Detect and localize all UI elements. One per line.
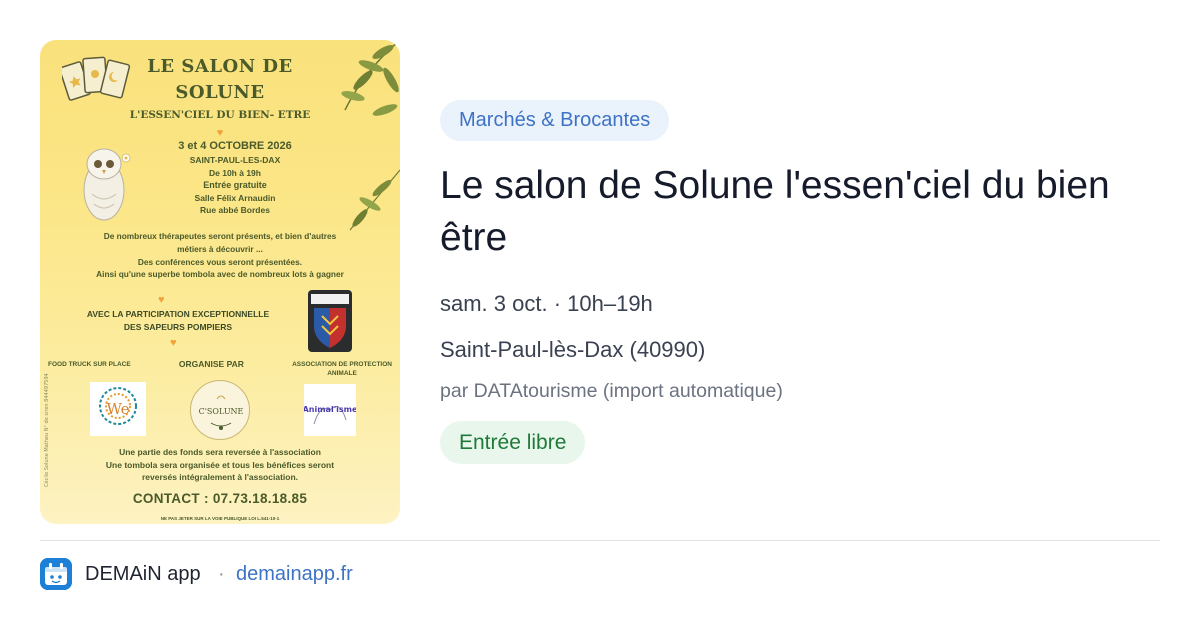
app-domain-link[interactable]: demainapp.fr	[236, 563, 353, 586]
poster-side-text: Cécile Solune Matheu N° de siren 8444975…	[44, 373, 50, 487]
logo-animalisme-text: Animal'isme	[304, 405, 356, 414]
app-name: DEMAiN app	[85, 563, 201, 585]
poster-desc-line: Des conférences vous seront présentées.	[137, 256, 303, 267]
poster-description: De nombreux thérapeutes seront présents,…	[48, 230, 392, 281]
poster-city: SAINT-PAUL-LES-DAX	[189, 155, 281, 165]
poster-title-line2: SOLUNE	[175, 82, 265, 103]
poster-street: Rue abbé Bordes	[200, 205, 270, 215]
poster-organise-par: ORGANISE PAR	[178, 359, 244, 369]
poster-foot-line: reversés intégralement à l'association.	[141, 472, 299, 482]
poster-asso-line: ASSOCIATION DE PROTECTION	[292, 361, 392, 368]
poster-venue: Salle Félix Arnaudin	[194, 192, 276, 203]
poster-asso-line: ANIMALE	[327, 370, 357, 377]
event-title: Le salon de Solune l'essen'ciel du bien …	[440, 164, 1110, 259]
poster-partners-row: FOOD TRUCK SUR PLACE ORGANISE PAR ASSOCI…	[48, 360, 392, 378]
logo-we-text: We	[106, 400, 129, 418]
poster-title-line1: LE SALON DE	[147, 56, 293, 77]
poster-hours: De 10h à 19h	[209, 167, 261, 178]
partner-logo-animalisme: Animal'isme	[303, 384, 358, 436]
poster-legal: NE PAS JETER SUR LA VOIE PUBLIQUE LOI L.…	[160, 516, 280, 521]
poster-desc-line: De nombreux thérapeutes seront présents,…	[103, 231, 337, 241]
heart-icon: ♥	[216, 127, 224, 139]
poster-foot-line: Une tombola sera organisée et tous les b…	[105, 459, 335, 470]
poster-entry: Entrée gratuite	[203, 180, 267, 190]
poster-subtitle: L'ESSEN'CIEL DU BIEN- ETRE	[129, 109, 311, 121]
heart-icon: ♥	[158, 294, 165, 306]
poster-avec-line: AVEC LA PARTICIPATION EXCEPTIONNELLE	[86, 309, 270, 319]
heart-icon: ♥	[170, 337, 177, 349]
price-badge: Entrée libre	[440, 421, 586, 464]
poster-food-truck: FOOD TRUCK SUR PLACE	[48, 361, 131, 368]
category-badge[interactable]: Marchés & Brocantes	[440, 100, 670, 141]
firefighter-badge-icon	[308, 290, 352, 352]
partner-logo-we: We	[90, 382, 146, 436]
footer-separator: ·	[218, 563, 225, 585]
event-source: par DATAtourisme (import automatique)	[440, 380, 783, 402]
poster-contact: CONTACT : 07.73.18.18.85	[132, 491, 308, 506]
poster-desc-line: métiers à découvrir ...	[177, 243, 263, 254]
poster-association: ASSOCIATION DE PROTECTION ANIMALE	[292, 360, 392, 378]
olive-branch-icon	[349, 169, 400, 231]
footer-divider	[40, 540, 1160, 541]
poster-dates: 3 et 4 OCTOBRE 2026	[178, 140, 292, 152]
organizer-logo-csolune: C'SOLUNE	[190, 380, 250, 440]
owl-icon	[83, 148, 131, 221]
poster-foot-line: Une partie des fonds sera reversée à l'a…	[119, 447, 321, 457]
poster-avec-line: DES SAPEURS POMPIERS	[123, 322, 233, 332]
poster-desc-line: Ainsi qu'une superbe tombola avec de nom…	[96, 269, 344, 280]
poster-footer-text: Une partie des fonds sera reversée à l'a…	[50, 446, 390, 484]
event-location: Saint-Paul-lès-Dax (40990)	[440, 337, 706, 362]
poster-participation: AVEC LA PARTICIPATION EXCEPTIONNELLE DES…	[58, 308, 298, 334]
event-date-time: sam. 3 oct. · 10h–19h	[440, 291, 653, 316]
demain-app-icon	[40, 558, 72, 590]
logo-csolune-text: C'SOLUNE	[199, 407, 244, 416]
poster-info-block: 3 et 4 OCTOBRE 2026 SAINT-PAUL-LES-DAX D…	[140, 140, 330, 217]
event-poster-image[interactable]: LE SALON DE SOLUNE L'ESSEN'CIEL DU BIEN-…	[40, 40, 400, 524]
